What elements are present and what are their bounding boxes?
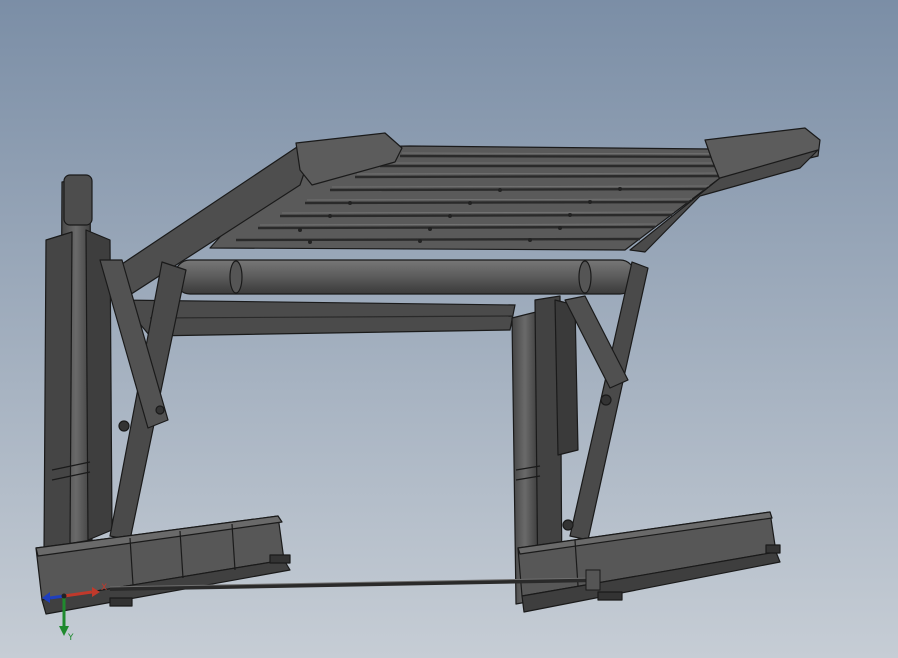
triad-y-label: Y bbox=[67, 633, 74, 643]
cad-viewport[interactable]: X Y bbox=[0, 0, 898, 658]
left-post bbox=[43, 174, 187, 553]
triad-x-label: X bbox=[101, 583, 107, 593]
lift-model: X Y bbox=[35, 127, 821, 643]
